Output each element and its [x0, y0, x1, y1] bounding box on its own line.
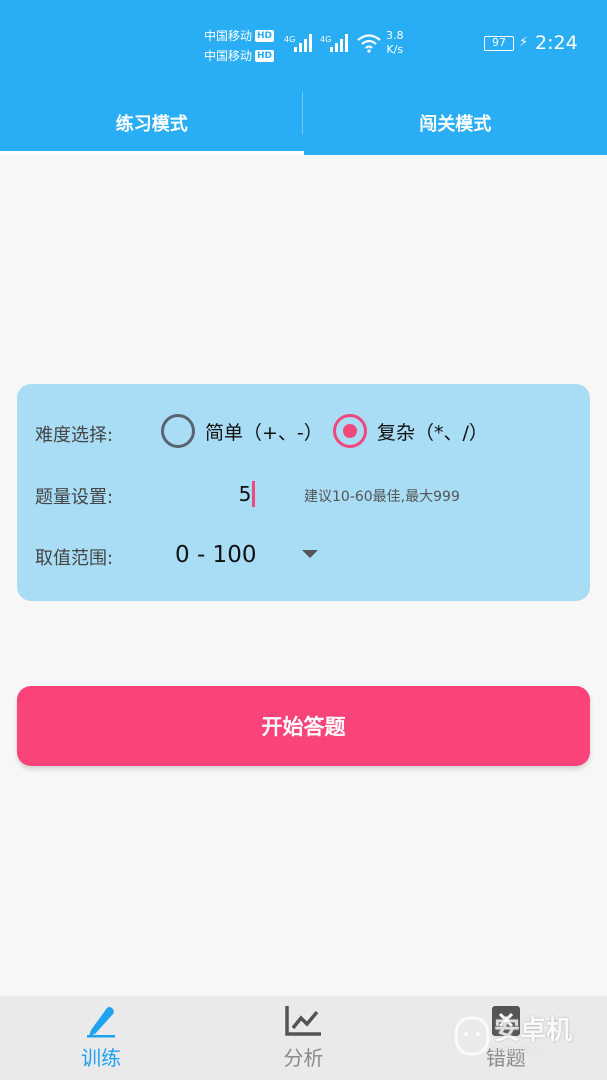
network-type-1: 4G	[284, 35, 295, 44]
range-value: 0 - 100	[175, 542, 257, 568]
tab-label: 闯关模式	[419, 113, 492, 135]
pencil-icon	[87, 1007, 116, 1038]
mode-tabs: 练习模式 闯关模式	[0, 90, 607, 155]
hd-badge: HD	[255, 50, 275, 62]
carrier-2-label: 中国移动	[204, 49, 253, 63]
wifi-icon	[357, 34, 381, 53]
tab-practice-mode[interactable]: 练习模式	[0, 90, 304, 155]
count-label: 题量设置:	[35, 487, 114, 508]
hd-badge: HD	[255, 30, 275, 42]
tab-challenge-mode[interactable]: 闯关模式	[304, 90, 607, 155]
radio-complex-circle[interactable]	[333, 414, 367, 448]
carrier-info: 中国移动 HD 中国移动 HD	[204, 26, 275, 66]
text-cursor	[252, 481, 256, 507]
tab-divider	[302, 92, 303, 134]
app-header: 中国移动 HD 中国移动 HD 4G 4G 3.8 K/s 97 ⚡ 2:24 练习…	[0, 0, 607, 155]
status-bar: 中国移动 HD 中国移动 HD 4G 4G 3.8 K/s 97 ⚡ 2:24	[0, 0, 607, 90]
start-quiz-button[interactable]: 开始答题	[17, 686, 590, 766]
network-type-2: 4G	[320, 35, 331, 44]
speed-unit: K/s	[386, 43, 404, 56]
radio-complex-label: 复杂（*、/）	[377, 421, 488, 444]
line-chart-icon	[285, 1006, 322, 1036]
radio-simple[interactable]: 简单（+、-）	[161, 414, 323, 448]
tab-label: 练习模式	[115, 113, 188, 135]
nav-item-training[interactable]: 训练	[0, 996, 202, 1080]
question-count-input[interactable]: 5	[217, 480, 277, 508]
nav-label-training: 训练	[81, 1046, 122, 1070]
charging-icon: ⚡	[519, 35, 529, 50]
question-count-value: 5	[238, 482, 252, 506]
radio-simple-label: 简单（+、-）	[205, 421, 323, 444]
settings-panel: 难度选择: 简单（+、-） 复杂（*、/） 题量设置: 5 建议10-60最佳,…	[17, 384, 590, 601]
status-time: 2:24	[535, 32, 578, 54]
signal-icon: 4G	[320, 34, 348, 52]
nav-label-analysis: 分析	[283, 1046, 324, 1070]
count-hint: 建议10-60最佳,最大999	[304, 489, 460, 505]
nav-item-analysis[interactable]: 分析	[202, 996, 404, 1080]
range-label: 取值范围:	[35, 548, 114, 569]
radio-complex[interactable]: 复杂（*、/）	[333, 414, 488, 448]
watermark-logo-icon	[454, 1016, 490, 1056]
watermark-subtext: anzhuoji.cn	[492, 1046, 544, 1056]
difficulty-label: 难度选择:	[35, 425, 114, 446]
speed-value: 3.8	[386, 29, 404, 42]
range-dropdown[interactable]: 0 - 100	[175, 538, 325, 572]
dropdown-arrow-icon[interactable]	[302, 550, 318, 558]
watermark: 安卓机 anzhuoji.cn	[452, 1010, 602, 1070]
carrier-1-label: 中国移动	[204, 29, 253, 43]
signal-icon: 4G	[284, 34, 312, 52]
battery-icon: 97	[484, 36, 514, 51]
network-speed: 3.8 K/s	[386, 29, 404, 57]
radio-simple-circle[interactable]	[161, 414, 195, 448]
watermark-text: 安卓机	[494, 1016, 573, 1046]
